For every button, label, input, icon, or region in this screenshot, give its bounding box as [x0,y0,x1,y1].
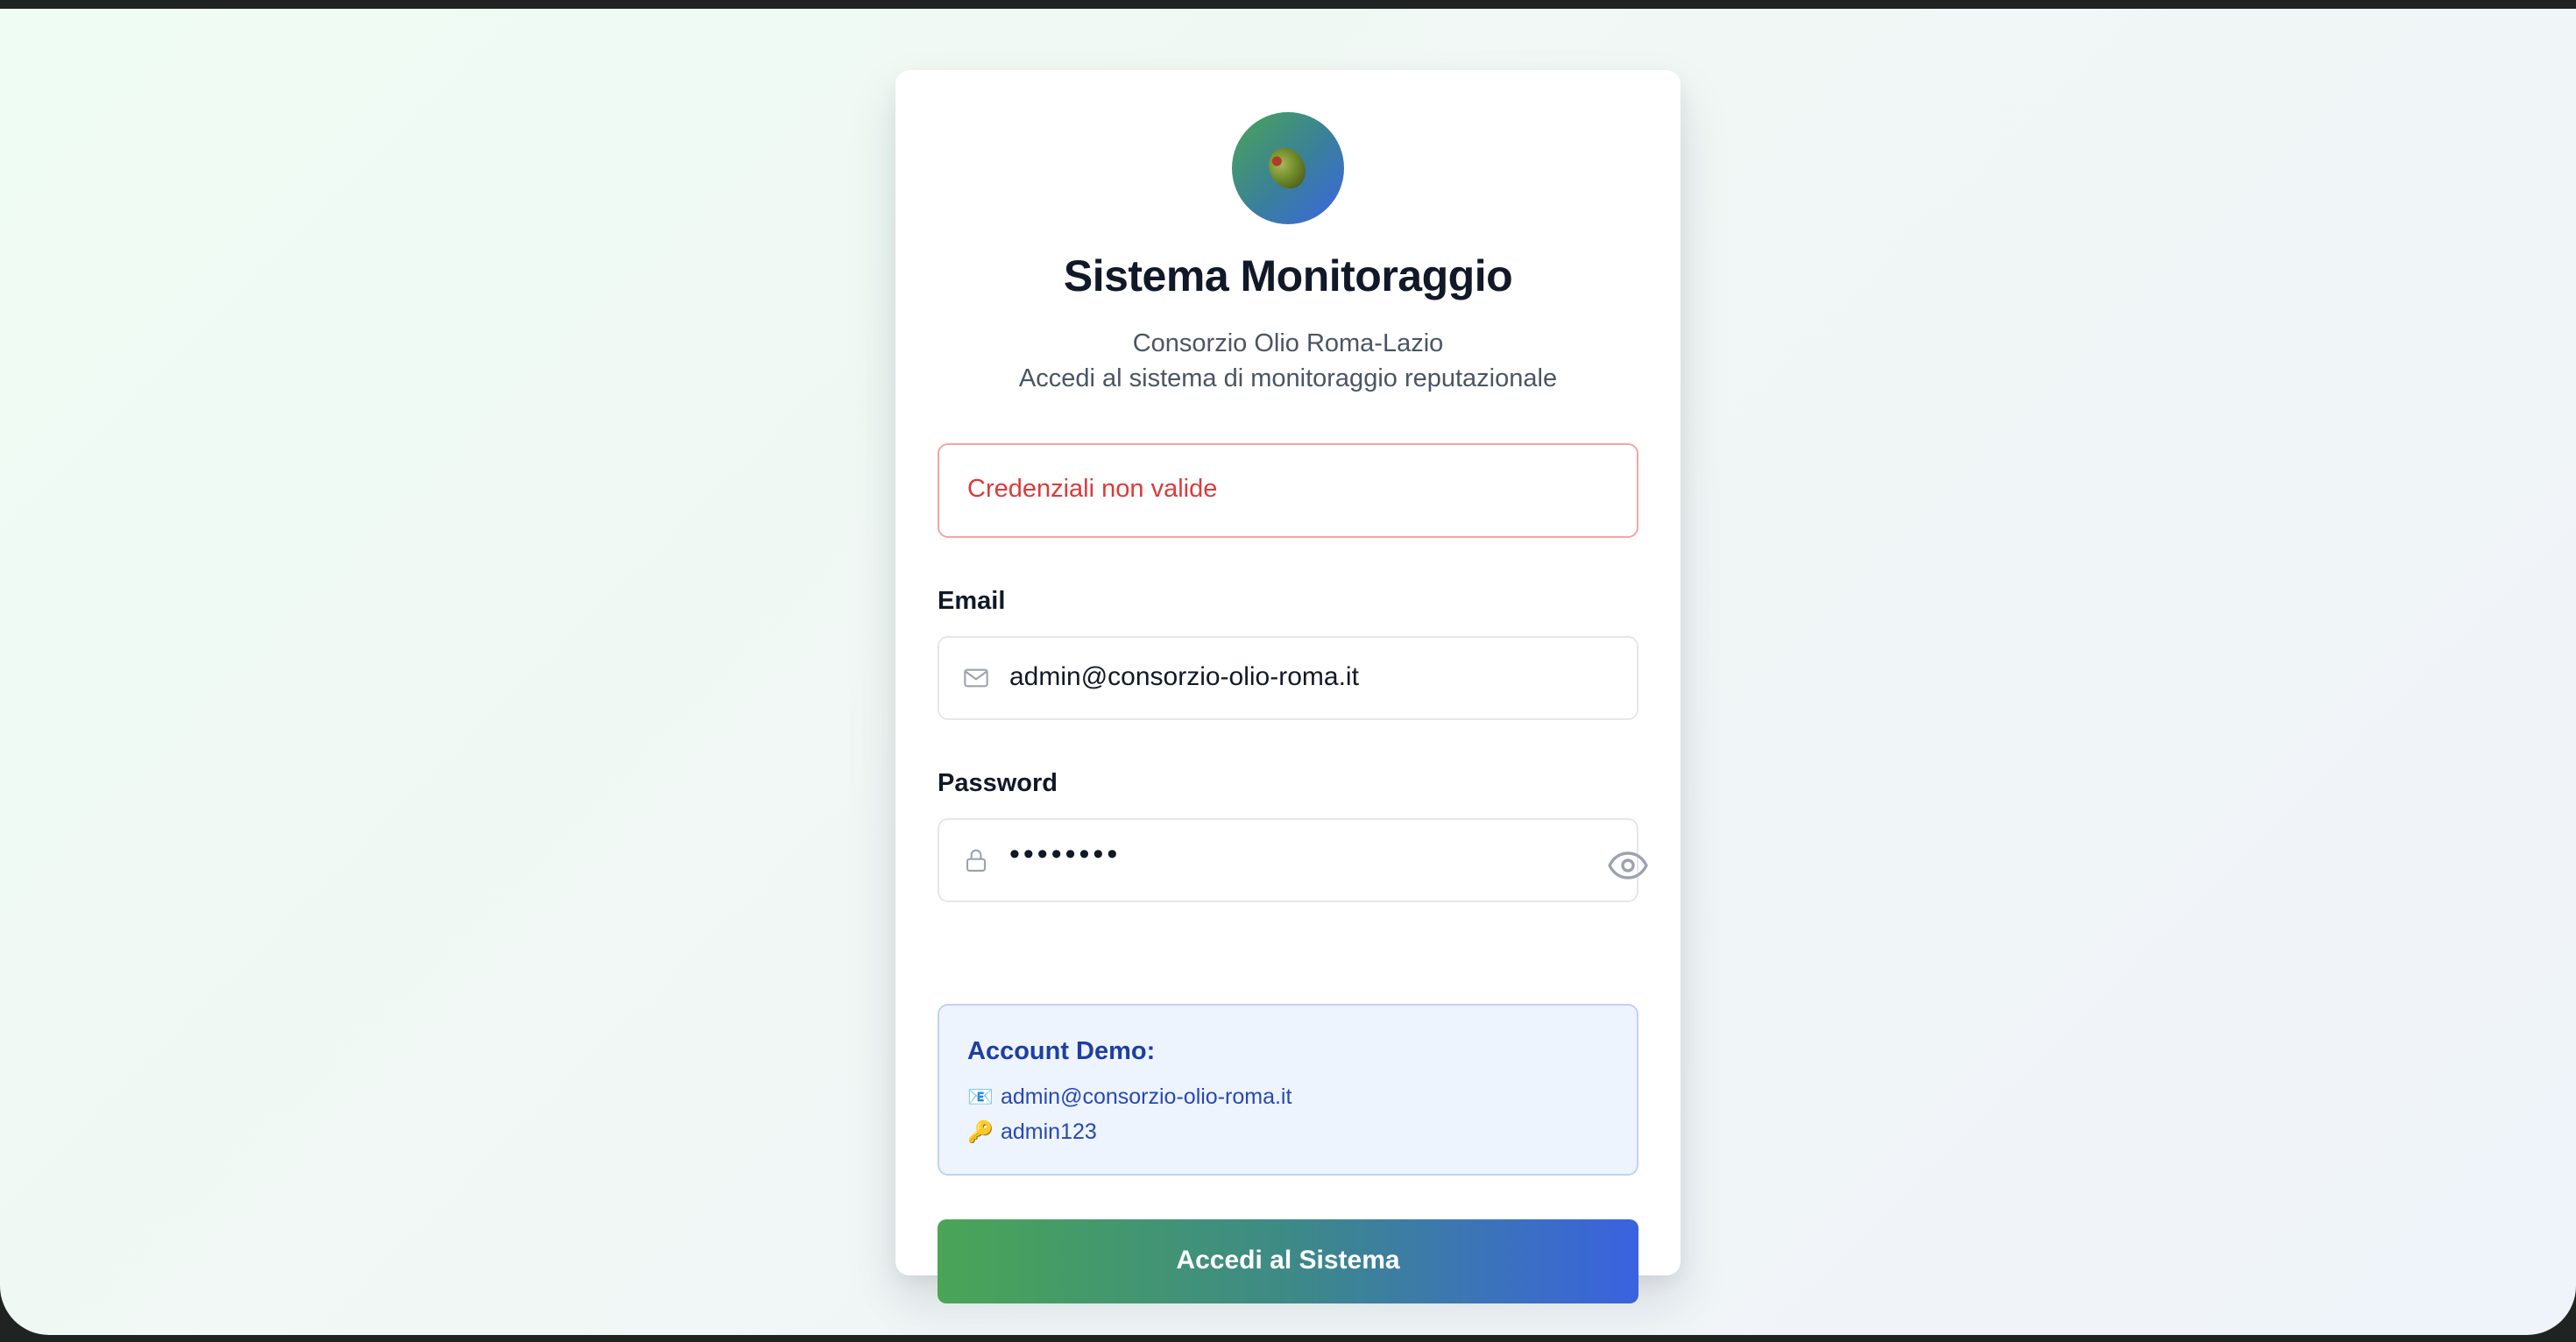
email-field[interactable]: admin@consorzio-olio-roma.it [938,636,1638,720]
demo-password-line: 🔑 admin123 [967,1120,1097,1145]
mail-icon [964,668,988,688]
demo-email: admin@consorzio-olio-roma.it [1001,1084,1292,1109]
page-title: Sistema Monitoraggio [1063,251,1513,300]
lock-icon [966,849,987,872]
login-button[interactable]: Accedi al Sistema [938,1219,1638,1303]
description-subtitle: Accedi al sistema di monitoraggio reputa… [1018,364,1558,392]
email-label: Email [938,587,1006,615]
email-value: admin@consorzio-olio-roma.it [1009,662,1359,691]
logo [1232,112,1344,224]
error-message: Credenziali non valide [967,475,1218,503]
key-icon: 🔑 [967,1120,994,1144]
olive-icon [1262,141,1313,195]
demo-email-line: 📧 admin@consorzio-olio-roma.it [967,1084,1292,1110]
app-window: Sistema Monitoraggio Consorzio Olio Roma… [0,9,2576,1335]
demo-password: admin123 [1001,1120,1097,1144]
password-value: •••••••• [1009,837,1122,871]
demo-account-box: Account Demo: 📧 admin@consorzio-olio-roma… [938,1004,1638,1176]
organization-subtitle: Consorzio Olio Roma-Lazio [1132,329,1444,357]
password-label: Password [938,769,1058,797]
envelope-icon: 📧 [967,1085,994,1109]
login-button-label: Accedi al Sistema [1176,1246,1400,1275]
login-card: Sistema Monitoraggio Consorzio Olio Roma… [895,70,1681,1303]
password-field[interactable]: •••••••• [938,818,1648,902]
error-alert: Credenziali non valide [938,443,1638,538]
eye-icon[interactable] [1607,850,1649,881]
demo-title: Account Demo: [967,1037,1156,1065]
